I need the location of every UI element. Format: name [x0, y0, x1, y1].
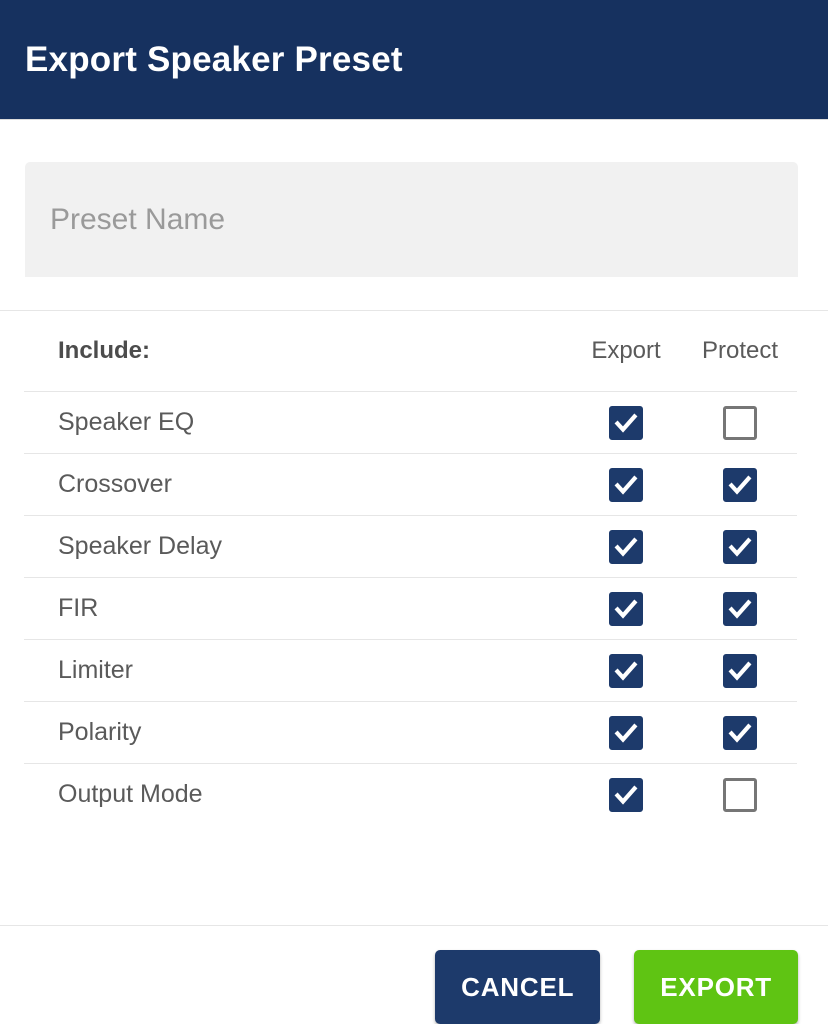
- protect-cell: [683, 640, 797, 702]
- row-label: Speaker EQ: [58, 408, 195, 436]
- row-label: Crossover: [58, 470, 172, 498]
- table-header-row: Include: Export Protect: [24, 311, 797, 392]
- dialog-footer: CANCEL EXPORT: [0, 926, 828, 1024]
- table-body: Speaker EQ Crossover Speaker Delay FIR Limit…: [24, 391, 797, 826]
- export-checkbox[interactable]: [609, 591, 643, 626]
- protect-checkbox[interactable]: [723, 653, 757, 688]
- export-checkbox[interactable]: [609, 529, 643, 564]
- preset-name-field-container: [0, 120, 828, 310]
- export-cell: [569, 640, 683, 702]
- protect-cell: [683, 578, 797, 640]
- table-row: Crossover: [24, 453, 797, 516]
- protect-cell: [683, 764, 797, 826]
- column-header-protect: Protect: [701, 337, 779, 364]
- export-cell: [569, 578, 683, 640]
- export-speaker-preset-dialog: Export Speaker Preset Include: Export Pr…: [0, 0, 828, 1024]
- table-row: Speaker EQ: [24, 391, 797, 454]
- protect-cell: [683, 454, 797, 516]
- table-row: Polarity: [24, 701, 797, 764]
- protect-cell: [683, 702, 797, 764]
- dialog-header: Export Speaker Preset: [0, 0, 828, 120]
- export-checkbox[interactable]: [609, 715, 643, 750]
- export-cell: [569, 454, 683, 516]
- row-label: Limiter: [58, 656, 134, 684]
- row-label: Speaker Delay: [58, 532, 222, 560]
- column-header-include: Include:: [58, 337, 151, 364]
- table-row: Limiter: [24, 639, 797, 702]
- export-checkbox[interactable]: [609, 653, 643, 688]
- column-header-export: Export: [591, 337, 661, 364]
- protect-checkbox[interactable]: [723, 467, 757, 502]
- table-row: FIR: [24, 577, 797, 640]
- preset-name-input[interactable]: [25, 162, 798, 277]
- protect-checkbox[interactable]: [723, 591, 757, 626]
- protect-checkbox[interactable]: [723, 529, 757, 564]
- export-cell: [569, 392, 683, 454]
- export-checkbox[interactable]: [609, 467, 643, 502]
- export-cell: [569, 516, 683, 578]
- protect-cell: [683, 392, 797, 454]
- row-label: Output Mode: [58, 780, 203, 808]
- protect-checkbox[interactable]: [723, 715, 757, 750]
- include-table: Include: Export Protect Speaker EQ Crosso…: [24, 311, 797, 825]
- table-row: Speaker Delay: [24, 515, 797, 578]
- protect-checkbox[interactable]: [723, 777, 757, 812]
- export-checkbox[interactable]: [609, 405, 643, 440]
- table-header: Include: Export Protect: [24, 311, 797, 392]
- row-label: Polarity: [58, 718, 142, 746]
- layout-spacer: [0, 825, 828, 925]
- protect-cell: [683, 516, 797, 578]
- export-cell: [569, 764, 683, 826]
- include-table-container: Include: Export Protect Speaker EQ Crosso…: [0, 311, 828, 825]
- export-button[interactable]: EXPORT: [634, 950, 798, 1024]
- protect-checkbox[interactable]: [723, 405, 757, 440]
- export-cell: [569, 702, 683, 764]
- table-row: Output Mode: [24, 763, 797, 826]
- row-label: FIR: [58, 594, 99, 622]
- cancel-button[interactable]: CANCEL: [435, 950, 601, 1024]
- export-checkbox[interactable]: [609, 777, 643, 812]
- page-title: Export Speaker Preset: [25, 40, 403, 79]
